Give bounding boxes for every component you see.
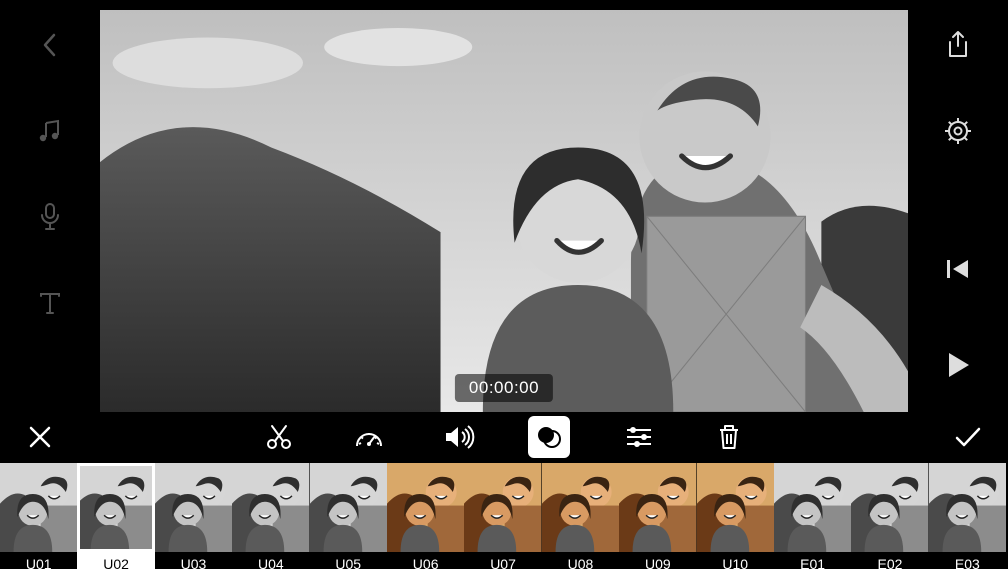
- video-editor-app: 00:00:00: [0, 0, 1008, 569]
- filter-label: U08: [568, 552, 594, 569]
- preview-area: 00:00:00: [100, 0, 908, 412]
- filter-thumb: [619, 463, 696, 552]
- voiceover-button[interactable]: [33, 200, 67, 234]
- left-rail: [0, 0, 100, 412]
- filter-label: U05: [335, 552, 361, 569]
- speed-button[interactable]: [348, 416, 390, 458]
- filter-u06[interactable]: U06: [387, 463, 464, 569]
- filter-thumb: [0, 463, 77, 552]
- filter-e01[interactable]: E01: [774, 463, 851, 569]
- filter-u08[interactable]: U08: [542, 463, 619, 569]
- close-icon: [27, 424, 53, 450]
- filter-e02[interactable]: E02: [851, 463, 928, 569]
- text-button[interactable]: [33, 286, 67, 320]
- filter-u10[interactable]: U10: [697, 463, 774, 569]
- upper-region: 00:00:00: [0, 0, 1008, 412]
- confirm-button[interactable]: [928, 425, 1008, 449]
- filter-label: U01: [26, 552, 52, 569]
- volume-button[interactable]: [438, 416, 480, 458]
- timecode-badge: 00:00:00: [455, 374, 553, 402]
- filter-label: U03: [181, 552, 207, 569]
- filter-thumb: [851, 463, 928, 552]
- check-icon: [953, 425, 983, 449]
- back-button[interactable]: [33, 28, 67, 62]
- filter-strip[interactable]: U01 U02 U03 U04: [0, 463, 1008, 569]
- skip-previous-icon: [944, 257, 972, 281]
- microphone-icon: [38, 202, 62, 232]
- filter-u07[interactable]: U07: [464, 463, 541, 569]
- share-icon: [945, 30, 971, 60]
- filter-label: E01: [800, 552, 825, 569]
- filter-u09[interactable]: U09: [619, 463, 696, 569]
- filter-thumb: [542, 463, 619, 552]
- filter-thumb: [232, 463, 309, 552]
- filter-label: E02: [878, 552, 903, 569]
- filter-label: U07: [490, 552, 516, 569]
- filter-label: U04: [258, 552, 284, 569]
- filter-thumb: [697, 463, 774, 552]
- filter-label: E03: [955, 552, 980, 569]
- trash-icon: [716, 422, 742, 452]
- preview-image: 00:00:00: [100, 10, 908, 412]
- cut-button[interactable]: [258, 416, 300, 458]
- filter-u01[interactable]: U01: [0, 463, 77, 569]
- filter-thumb: [310, 463, 387, 552]
- filter-label: U06: [413, 552, 439, 569]
- filter-label: U10: [722, 552, 748, 569]
- scissors-icon: [264, 422, 294, 452]
- filter-u05[interactable]: U05: [310, 463, 387, 569]
- filter-thumb: [464, 463, 541, 552]
- filter-thumb: [774, 463, 851, 552]
- cancel-button[interactable]: [0, 424, 80, 450]
- speedometer-icon: [353, 424, 385, 450]
- filter-thumb: [387, 463, 464, 552]
- filter-thumb: [155, 463, 232, 552]
- filter-label: U09: [645, 552, 671, 569]
- previous-button[interactable]: [941, 252, 975, 286]
- music-button[interactable]: [33, 114, 67, 148]
- filter-button[interactable]: [528, 416, 570, 458]
- music-icon: [36, 117, 64, 145]
- toolbar-center: [80, 416, 928, 458]
- filter-thumb: [77, 463, 154, 552]
- volume-icon: [443, 424, 475, 450]
- gear-icon: [944, 117, 972, 145]
- filter-u04[interactable]: U04: [232, 463, 309, 569]
- filter-label: U02: [77, 552, 154, 569]
- play-button[interactable]: [941, 348, 975, 382]
- delete-button[interactable]: [708, 416, 750, 458]
- right-rail: [908, 0, 1008, 412]
- settings-button[interactable]: [941, 114, 975, 148]
- share-button[interactable]: [941, 28, 975, 62]
- filter-u02[interactable]: U02: [77, 463, 154, 569]
- filter-u03[interactable]: U03: [155, 463, 232, 569]
- filter-thumb: [929, 463, 1006, 552]
- sliders-icon: [624, 424, 654, 450]
- edit-toolbar: [0, 412, 1008, 463]
- filter-e03[interactable]: E03: [929, 463, 1006, 569]
- play-icon: [945, 351, 971, 379]
- text-icon: [36, 289, 64, 317]
- chevron-left-icon: [40, 31, 60, 59]
- adjust-button[interactable]: [618, 416, 660, 458]
- filter-overlap-icon: [534, 422, 564, 452]
